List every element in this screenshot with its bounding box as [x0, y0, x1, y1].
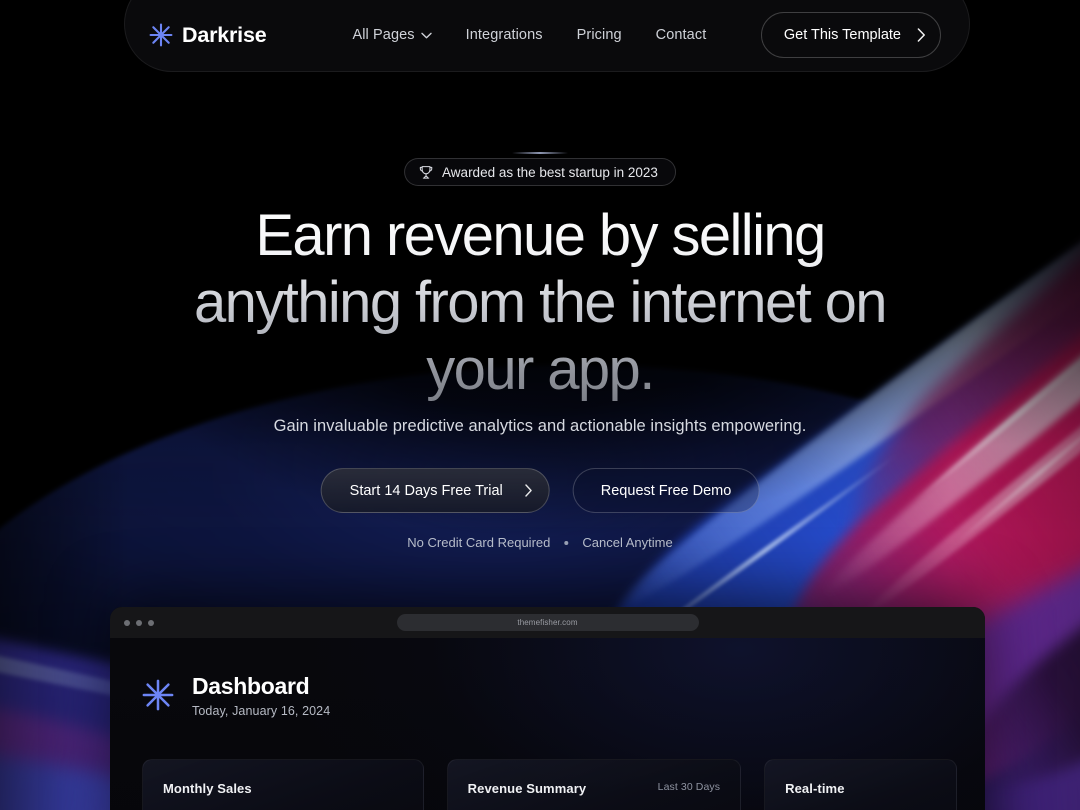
dashboard-title: Dashboard	[192, 673, 310, 699]
hero-top-divider	[512, 152, 568, 154]
award-badge-label: Awarded as the best startup in 2023	[442, 164, 658, 180]
traffic-light-close[interactable]	[124, 619, 130, 626]
start-free-trial-button[interactable]: Start 14 Days Free Trial	[320, 468, 550, 513]
dashboard-date: Today, January 16, 2024	[192, 704, 331, 718]
trophy-icon	[419, 165, 433, 179]
browser-titlebar: themefisher.com	[110, 607, 985, 638]
request-free-demo-label: Request Free Demo	[600, 482, 732, 499]
nav-link-pricing[interactable]: Pricing	[577, 27, 622, 43]
card-revenue-summary[interactable]: Revenue Summary Last 30 Days	[446, 759, 742, 810]
nav-links: All Pages Integrations Pricing Contact	[352, 27, 706, 43]
chevron-down-icon	[420, 32, 432, 38]
get-this-template-label: Get This Template	[783, 27, 901, 43]
nav-link-contact[interactable]: Contact	[656, 27, 707, 43]
dashboard-titles: Dashboard Today, January 16, 2024	[192, 672, 330, 718]
start-free-trial-label: Start 14 Days Free Trial	[349, 482, 503, 499]
nav-link-all-pages-label: All Pages	[352, 27, 415, 43]
award-badge: Awarded as the best startup in 2023	[404, 158, 676, 186]
note-separator-dot	[564, 540, 569, 545]
card-monthly-sales[interactable]: Monthly Sales	[142, 759, 424, 810]
browser-url-bar[interactable]: themefisher.com	[396, 614, 699, 631]
request-free-demo-button[interactable]: Request Free Demo	[572, 468, 760, 513]
note-no-credit-card: No Credit Card Required	[407, 535, 551, 550]
chevron-right-icon	[525, 484, 532, 497]
dashboard-body: Dashboard Today, January 16, 2024 Monthl…	[110, 638, 985, 810]
browser-mockup: themefisher.com Dashboard Today, January…	[110, 607, 985, 810]
card-real-time-title: Real-time	[785, 781, 845, 796]
hero-note: No Credit Card Required Cancel Anytime	[407, 535, 672, 550]
dashboard-cards: Monthly Sales Revenue Summary Last 30 Da…	[142, 759, 957, 810]
traffic-light-minimize[interactable]	[136, 619, 142, 626]
brand-name: Darkrise	[182, 22, 267, 47]
card-monthly-sales-title: Monthly Sales	[163, 781, 252, 796]
card-real-time[interactable]: Real-time	[764, 759, 957, 810]
browser-url-text: themefisher.com	[517, 618, 578, 627]
get-this-template-button[interactable]: Get This Template	[760, 12, 941, 58]
top-navbar: Darkrise All Pages Integrations Pricing …	[124, 0, 970, 72]
chevron-right-icon	[917, 28, 925, 42]
nav-link-pricing-label: Pricing	[576, 27, 622, 43]
hero-headline: Earn revenue by selling anything from th…	[180, 202, 900, 403]
nav-link-all-pages[interactable]: All Pages	[352, 27, 432, 43]
card-revenue-summary-title: Revenue Summary	[467, 781, 587, 796]
nav-link-integrations-label: Integrations	[465, 27, 543, 43]
star-asterisk-icon	[142, 679, 174, 711]
card-revenue-summary-meta: Last 30 Days	[657, 781, 721, 793]
hero-subheadline: Gain invaluable predictive analytics and…	[273, 417, 807, 435]
nav-link-integrations[interactable]: Integrations	[466, 27, 543, 43]
dashboard-header: Dashboard Today, January 16, 2024	[142, 672, 957, 718]
hero-cta-row: Start 14 Days Free Trial Request Free De…	[320, 468, 760, 513]
traffic-light-maximize[interactable]	[148, 619, 154, 626]
browser-traffic-lights	[124, 619, 154, 626]
star-asterisk-icon	[149, 23, 173, 47]
note-cancel-anytime: Cancel Anytime	[582, 535, 673, 550]
nav-link-contact-label: Contact	[655, 27, 707, 43]
brand-logo[interactable]: Darkrise	[149, 22, 267, 48]
page-root: Darkrise All Pages Integrations Pricing …	[0, 0, 1080, 810]
